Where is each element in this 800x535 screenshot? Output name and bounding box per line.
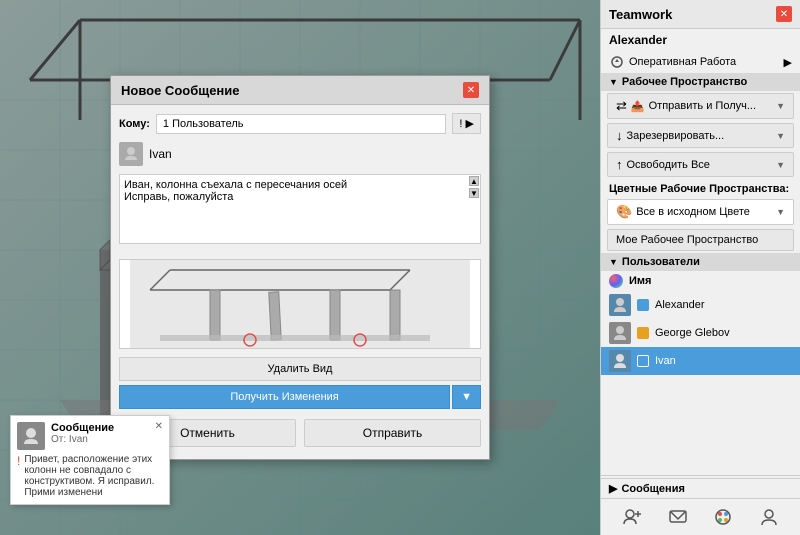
users-label: Пользователи bbox=[622, 256, 700, 268]
add-user-icon[interactable] bbox=[620, 505, 644, 529]
all-original-label: Все в исходном Цвете bbox=[636, 206, 750, 218]
ivan-color-dot bbox=[637, 355, 649, 367]
preview-area bbox=[119, 259, 481, 349]
operative-work-section[interactable]: Оперативная Работа ▶ bbox=[601, 51, 800, 73]
messages-section[interactable]: ▶ Сообщения bbox=[601, 478, 800, 498]
operative-icon bbox=[609, 54, 625, 70]
to-value[interactable]: 1 Пользователь bbox=[156, 114, 447, 134]
panel-close-button[interactable]: ✕ bbox=[776, 6, 792, 22]
send-receive-dropdown: ▼ bbox=[776, 101, 785, 111]
my-workspace-button[interactable]: Мое Рабочее Пространство bbox=[607, 229, 794, 251]
workspace-section-header[interactable]: ▼ Рабочее Пространство bbox=[601, 73, 800, 91]
notification-title-row: Сообщение От: Ivan bbox=[51, 422, 149, 445]
color-wheel-icon: 🎨 bbox=[616, 204, 632, 220]
color-dropdown: ▼ bbox=[776, 207, 785, 217]
notification-close[interactable]: ✕ bbox=[155, 422, 163, 432]
user-item-george[interactable]: George Glebov bbox=[601, 319, 800, 347]
workspace-chevron: ▼ bbox=[609, 77, 618, 87]
all-original-color-button[interactable]: 🎨 Все в исходном Цвете ▼ bbox=[607, 199, 794, 225]
reserve-icon: ↓ bbox=[616, 128, 623, 143]
user-name-label: Ivan bbox=[149, 147, 172, 161]
notification-avatar bbox=[17, 422, 45, 450]
george-name: George Glebov bbox=[655, 327, 730, 339]
operative-arrow: ▶ bbox=[784, 56, 792, 69]
alexander-avatar bbox=[609, 294, 631, 316]
reserve-label: Зарезервировать... bbox=[627, 130, 725, 142]
messages-chevron: ▶ bbox=[609, 482, 617, 495]
release-all-button[interactable]: ↑ Освободить Все ▼ bbox=[607, 152, 794, 177]
modal-titlebar: Новое Сообщение ✕ bbox=[111, 76, 489, 105]
notification-from: От: Ivan bbox=[51, 434, 149, 445]
users-name-header: Имя bbox=[601, 271, 800, 291]
operative-label: Оперативная Работа bbox=[629, 56, 780, 68]
notification-title: Сообщение bbox=[51, 422, 149, 434]
users-list: Alexander George Glebov Ivan bbox=[601, 291, 800, 473]
panel-header: Teamwork ✕ bbox=[601, 0, 800, 29]
notification-popup: Сообщение От: Ivan ✕ ! Привет, расположе… bbox=[10, 415, 170, 505]
notification-header: Сообщение От: Ivan ✕ bbox=[17, 422, 163, 450]
ivan-avatar bbox=[609, 350, 631, 372]
send-icon2: 📤 bbox=[631, 100, 645, 113]
reserve-button[interactable]: ↓ Зарезервировать... ▼ bbox=[607, 123, 794, 148]
get-changes-row: Получить Изменения ▼ bbox=[119, 385, 481, 409]
release-all-label: Освободить Все bbox=[627, 159, 710, 171]
ivan-name: Ivan bbox=[655, 355, 676, 367]
george-avatar bbox=[609, 322, 631, 344]
panel-title: Teamwork bbox=[609, 7, 672, 22]
person-icon[interactable] bbox=[757, 505, 781, 529]
user-avatar-small bbox=[119, 142, 143, 166]
alexander-color-dot bbox=[637, 299, 649, 311]
get-changes-dropdown[interactable]: ▼ bbox=[452, 385, 481, 409]
from-label: От: bbox=[51, 434, 66, 445]
modal-close-button[interactable]: ✕ bbox=[463, 82, 479, 98]
panel-footer bbox=[601, 498, 800, 535]
release-dropdown: ▼ bbox=[776, 160, 785, 170]
modal-footer: Отменить Отправить bbox=[119, 419, 481, 451]
to-label: Кому: bbox=[119, 118, 150, 130]
to-row: Кому: 1 Пользователь ! ▶ bbox=[119, 113, 481, 134]
users-chevron: ▼ bbox=[609, 257, 618, 267]
release-icon: ↑ bbox=[616, 157, 623, 172]
notification-message: Привет, расположение этих колонн не совп… bbox=[24, 454, 163, 498]
panel-username: Alexander bbox=[601, 29, 800, 51]
to-options-button[interactable]: ! ▶ bbox=[452, 113, 481, 134]
workspace-label: Рабочее Пространство bbox=[622, 76, 747, 88]
send-receive-button[interactable]: ⇄ 📤 Отправить и Получ... ▼ bbox=[607, 93, 794, 119]
teamwork-panel: Teamwork ✕ Alexander Оперативная Работа … bbox=[600, 0, 800, 535]
modal-title: Новое Сообщение bbox=[121, 83, 240, 98]
message-textarea[interactable] bbox=[119, 174, 481, 244]
panel-divider bbox=[601, 475, 800, 476]
delete-view-button[interactable]: Удалить Вид bbox=[119, 357, 481, 381]
color-header-icon bbox=[609, 274, 623, 288]
color-ws-label: Цветные Рабочие Пространства: bbox=[601, 179, 800, 197]
modal-body: Кому: 1 Пользователь ! ▶ Ivan ▲ bbox=[111, 105, 489, 459]
messages-label: Сообщения bbox=[621, 483, 684, 495]
user-row: Ivan bbox=[119, 140, 481, 168]
send-receive-label: Отправить и Получ... bbox=[649, 100, 756, 112]
users-section-header[interactable]: ▼ Пользователи bbox=[601, 253, 800, 271]
george-color-dot bbox=[637, 327, 649, 339]
send-button[interactable]: Отправить bbox=[304, 419, 481, 447]
user-item-alexander[interactable]: Alexander bbox=[601, 291, 800, 319]
alexander-name: Alexander bbox=[655, 299, 705, 311]
reserve-dropdown: ▼ bbox=[776, 131, 785, 141]
notification-body: ! Привет, расположение этих колонн не со… bbox=[17, 454, 163, 498]
warning-icon: ! bbox=[17, 454, 20, 468]
color-palette-icon[interactable] bbox=[711, 505, 735, 529]
from-user: Ivan bbox=[69, 434, 88, 445]
name-header-label: Имя bbox=[629, 275, 651, 287]
get-changes-button[interactable]: Получить Изменения bbox=[119, 385, 450, 409]
user-item-ivan[interactable]: Ivan bbox=[601, 347, 800, 375]
message-icon[interactable] bbox=[666, 505, 690, 529]
message-dialog: Новое Сообщение ✕ Кому: 1 Пользователь !… bbox=[110, 75, 490, 460]
send-receive-icon: ⇄ bbox=[616, 98, 627, 114]
